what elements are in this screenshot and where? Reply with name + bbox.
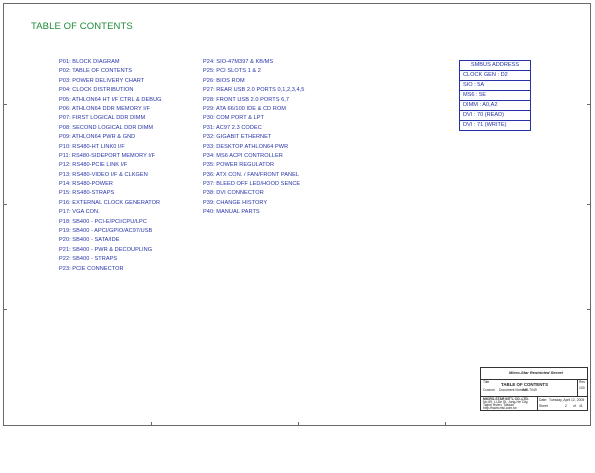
border-tick [587, 309, 590, 310]
toc-entry: P01: BLOCK DIAGRAM [59, 59, 120, 65]
toc-entry: P28: FRONT USB 2.0 PORTS 6,7 [203, 96, 290, 103]
border-tick [445, 422, 446, 425]
toc-entry: P19: SB400 - APCI/GPIO/AC97/USB [59, 228, 153, 235]
toc-entry: P36: ATX CON. / FAN/FRONT PANEL [203, 171, 300, 178]
toc-entry: P34: MS6 ACPI CONTROLLER [203, 152, 283, 159]
date-value: Tuesday, April 12, 2005 [549, 398, 585, 402]
toc-entry: P09: ATHLON64 PWR & GND [59, 134, 136, 141]
toc-entry: P07: FIRST LOGICAL DDR DIMM [59, 115, 146, 122]
smbus-address-table: SMBUS ADDRESS CLOCK GEN : D2 SIO : 5A MS… [459, 60, 531, 131]
toc-entry: P20: SB400 - SATA/IDE [59, 237, 120, 244]
toc-entry: P14: RS480-POWER [59, 181, 113, 188]
toc-entry: P30: COM PORT & LPT [203, 115, 265, 122]
border-tick [298, 422, 299, 425]
toc-column-left: P01: BLOCK DIAGRAM P02: TABLE OF CONTENTS… [59, 58, 162, 274]
toc-entry: P10: RS480-HT LINK0 I/F [59, 143, 125, 150]
toc-entry: P05: ATHLON64 HT I/F CTRL & DEBUG [59, 96, 162, 103]
toc-entry: P27: REAR USB 2.0 PORTS 0,1,2,3,4,5 [203, 87, 305, 94]
toc-entry: P38: DVI CONNECTOR [203, 190, 264, 197]
toc-entry: P13: RS480-VIDEO I/F & CLKGEN [59, 171, 148, 178]
toc-entry: P08: SECOND LOGICAL DDR DIMM [59, 124, 154, 131]
company-address: http://www.msi.com.tw [483, 406, 517, 410]
toc-entry: P33: DESKTOP ATHLON64 PWR [203, 143, 289, 150]
toc-column-right: P24: SIO-47M397 & KB/MS P25: PCI SLOTS 1 … [203, 58, 304, 218]
date-label: Date: [539, 398, 548, 402]
toc-entry: P24: SIO-47M397 & KB/MS [203, 59, 274, 65]
toc-entry: P11: RS480-SIDEPORT MEMORY I/F [59, 152, 156, 159]
toc-entry: P12: RS480-PCIE LINK I/F [59, 162, 128, 169]
toc-entry: P25: PCI SLOTS 1 & 2 [203, 68, 261, 75]
smbus-row: DIMM : A0,A2 [460, 101, 530, 111]
doc-number: MS-7049 [523, 388, 537, 392]
toc-entry: P16: EXTERNAL CLOCK GENERATOR [59, 199, 161, 206]
toc-entry: P06: ATHLON64 DDR MEMORY I/F [59, 105, 150, 112]
toc-entry: P35: POWER REGULATOR [203, 162, 275, 169]
title-block: Micro-Star Restricted Secret Title TABLE… [480, 367, 588, 411]
title-block-divider [481, 379, 587, 380]
size-value: Custom [483, 388, 495, 392]
border-tick [4, 204, 7, 205]
rev-label: Rev [579, 380, 586, 384]
sheet-number: 2 [565, 404, 567, 408]
border-tick [4, 104, 7, 105]
page-title: TABLE OF CONTENTS [31, 21, 133, 32]
toc-entry: P02: TABLE OF CONTENTS [59, 68, 133, 75]
toc-entry: P37: BLEED OFF LED/HOOD SENCE [203, 181, 301, 188]
border-tick [4, 309, 7, 310]
toc-entry: P17: VGA CON. [59, 209, 100, 216]
border-tick [587, 104, 590, 105]
toc-entry: P18: SB400 - PCI-E/PCI/CPU/LPC [59, 218, 147, 225]
toc-entry: P31: AC97 2.3 CODEC [203, 124, 262, 131]
smbus-row: CLOCK GEN : D2 [460, 71, 530, 81]
toc-entry: P15: RS480-STRAPS [59, 190, 115, 197]
rev-value: 100 [579, 386, 585, 390]
smbus-row: DVI : 71 (WRITE) [463, 122, 507, 128]
toc-entry: P04: CLOCK DISTRIBUTION [59, 87, 134, 94]
title-block-divider [537, 396, 538, 410]
title-block-divider [577, 379, 578, 396]
toc-entry: P23: PCIE CONNECTOR [59, 265, 124, 272]
smbus-row: MS6 : 5E [460, 91, 530, 101]
toc-entry: P29: ATA 66/100 IDE & CD ROM [203, 105, 286, 112]
border-tick [151, 422, 152, 425]
toc-entry: P22: SB400 - STRAPS [59, 256, 118, 263]
toc-entry: P40: MANUAL PARTS [203, 209, 260, 216]
sheet-total: 41 [579, 404, 583, 408]
company-secret-label: Micro-Star Restricted Secret [509, 370, 563, 375]
smbus-row: SIO : 5A [460, 81, 530, 91]
toc-entry: P39: CHANGE HISTORY [203, 199, 268, 206]
sheet-title: TABLE OF CONTENTS [501, 382, 548, 387]
smbus-row: DVI : 70 (READ) [460, 111, 530, 121]
sheet-label: Sheet [539, 404, 548, 408]
toc-entry: P21: SB400 - PWR & DECOUPLING [59, 246, 153, 253]
of-label: of [573, 404, 576, 408]
toc-entry: P26: BIOS ROM [203, 77, 245, 84]
toc-entry: P32: GIGABIT ETHERNET [203, 134, 272, 141]
smbus-header: SMBUS ADDRESS [460, 61, 530, 71]
toc-entry: P03: POWER DELIVERY CHART [59, 77, 145, 84]
title-label: Title [483, 380, 490, 384]
border-tick [587, 204, 590, 205]
